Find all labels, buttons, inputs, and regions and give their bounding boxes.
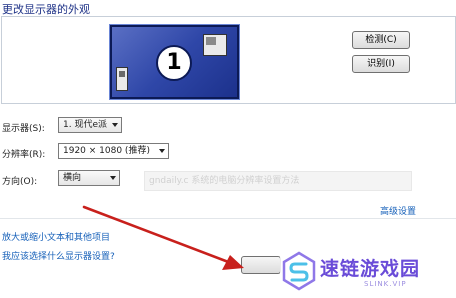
watermark-url: SLINK.VIP xyxy=(364,280,407,288)
chevron-down-icon xyxy=(112,123,118,127)
detect-button[interactable]: 检测(C) xyxy=(352,31,410,49)
orientation-select-value: 横向 xyxy=(63,173,82,183)
overlay-caption: gndaily.c 系统的电脑分辨率设置方法 xyxy=(144,171,412,191)
divider xyxy=(0,218,456,219)
resolution-select-value: 1920 × 1080 (推荐) xyxy=(63,146,150,156)
chevron-down-icon xyxy=(110,176,116,180)
display-label: 显示器(S): xyxy=(2,124,45,134)
watermark-title: 速链游戏园 xyxy=(320,258,421,280)
watermark-logo-icon xyxy=(282,251,316,291)
watermark: 速链游戏园 SLINK.VIP xyxy=(280,248,456,298)
page-title: 更改显示器的外观 xyxy=(2,3,90,16)
display-help-link[interactable]: 我应该选择什么显示器设置? xyxy=(2,249,115,262)
orientation-select[interactable]: 横向 xyxy=(58,170,120,186)
identify-button[interactable]: 识别(I) xyxy=(352,55,410,73)
text-size-link[interactable]: 放大或缩小文本和其他项目 xyxy=(2,230,110,243)
display-select-value: 1. 现代e派 xyxy=(63,120,107,130)
orientation-label: 方向(O): xyxy=(2,177,38,187)
monitor-1-tile[interactable]: 1 xyxy=(109,24,240,100)
window-thumbnail-icon xyxy=(203,34,227,56)
monitor-number: 1 xyxy=(166,50,182,75)
resolution-label: 分辨率(R): xyxy=(2,150,46,160)
resolution-select[interactable]: 1920 × 1080 (推荐) xyxy=(58,143,169,159)
monitor-number-badge: 1 xyxy=(156,45,192,81)
advanced-settings-link[interactable]: 高级设置 xyxy=(380,204,416,217)
chevron-down-icon xyxy=(159,149,165,153)
display-select[interactable]: 1. 现代e派 xyxy=(58,117,122,133)
ok-button[interactable] xyxy=(241,256,281,274)
window-thumbnail-small-icon xyxy=(116,67,128,91)
